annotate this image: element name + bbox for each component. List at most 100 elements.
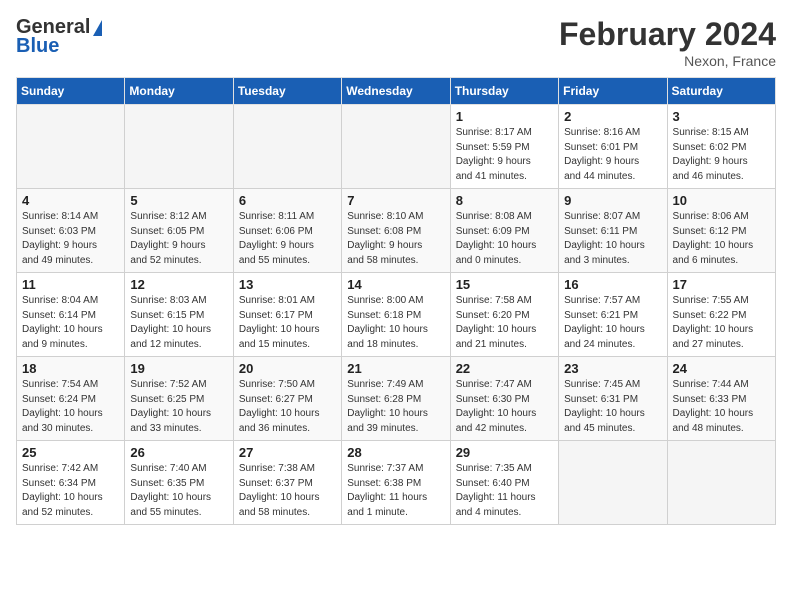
table-row: 20Sunrise: 7:50 AM Sunset: 6:27 PM Dayli…: [233, 357, 341, 441]
day-info: Sunrise: 7:47 AM Sunset: 6:30 PM Dayligh…: [456, 378, 553, 436]
table-row: 10 Sunrise: 8:06 AM Sunset: 6:12 PM Dayli…: [667, 189, 775, 273]
table-row: 6Sunrise: 8:11 AM Sunset: 6:06 PM Daylig…: [233, 189, 341, 273]
day-info: Sunrise: 8:08 AM Sunset: 6:09 PM Dayligh…: [456, 210, 553, 268]
logo: General Blue: [16, 16, 103, 58]
col-thursday: Thursday: [450, 78, 558, 105]
day-number: 15: [456, 277, 553, 292]
day-info: Sunrise: 8:07 AM Sunset: 6:11 PM Dayligh…: [564, 210, 661, 268]
day-number: 27: [239, 445, 336, 460]
day-number: 9: [564, 193, 661, 208]
day-info: Sunrise: 8:17 AM Sunset: 5:59 PM Dayligh…: [456, 126, 553, 184]
table-row: 22 Sunrise: 7:47 AM Sunset: 6:30 PM Dayli…: [450, 357, 558, 441]
table-row: 23 Sunrise: 7:45 AM Sunset: 6:31 PM Dayli…: [559, 357, 667, 441]
day-number: 26: [130, 445, 227, 460]
day-number: 10: [673, 193, 770, 208]
table-row: 7 Sunrise: 8:10 AM Sunset: 6:08 PM Daylig…: [342, 189, 450, 273]
day-info: Sunrise: 7:37 AM Sunset: 6:38 PM Dayligh…: [347, 462, 444, 520]
day-number: 22: [456, 361, 553, 376]
day-info: Sunrise: 7:40 AM Sunset: 6:35 PM Dayligh…: [130, 462, 227, 520]
table-row: 1 Sunrise: 8:17 AM Sunset: 5:59 PM Daylig…: [450, 105, 558, 189]
day-number: 28: [347, 445, 444, 460]
table-row: 28 Sunrise: 7:37 AM Sunset: 6:38 PM Dayli…: [342, 441, 450, 525]
table-row: 5 Sunrise: 8:12 AM Sunset: 6:05 PM Daylig…: [125, 189, 233, 273]
day-number: 23: [564, 361, 661, 376]
day-number: 29: [456, 445, 553, 460]
col-monday: Monday: [125, 78, 233, 105]
col-wednesday: Wednesday: [342, 78, 450, 105]
day-number: 25: [22, 445, 119, 460]
day-number: 18: [22, 361, 119, 376]
title-area: February 2024 Nexon, France: [559, 16, 776, 69]
day-number: 21: [347, 361, 444, 376]
day-info: Sunrise: 7:52 AM Sunset: 6:25 PM Dayligh…: [130, 378, 227, 436]
day-number: 16: [564, 277, 661, 292]
table-row: 27 Sunrise: 7:38 AM Sunset: 6:37 PM Dayli…: [233, 441, 341, 525]
day-number: 12: [130, 277, 227, 292]
day-number: 1: [456, 109, 553, 124]
location-label: Nexon, France: [559, 53, 776, 69]
table-row: [342, 105, 450, 189]
day-number: 7: [347, 193, 444, 208]
day-info: Sunrise: 7:38 AM Sunset: 6:37 PM Dayligh…: [239, 462, 336, 520]
day-info: Sunrise: 8:01 AM Sunset: 6:17 PM Dayligh…: [239, 294, 336, 352]
calendar-week-row: 4 Sunrise: 8:14 AM Sunset: 6:03 PM Daylig…: [17, 189, 776, 273]
month-title: February 2024: [559, 16, 776, 53]
day-info: Sunrise: 7:42 AM Sunset: 6:34 PM Dayligh…: [22, 462, 119, 520]
day-info: Sunrise: 8:11 AM Sunset: 6:06 PM Dayligh…: [239, 210, 336, 268]
day-info: Sunrise: 7:50 AM Sunset: 6:27 PM Dayligh…: [239, 378, 336, 436]
day-info: Sunrise: 8:00 AM Sunset: 6:18 PM Dayligh…: [347, 294, 444, 352]
table-row: 8 Sunrise: 8:08 AM Sunset: 6:09 PM Daylig…: [450, 189, 558, 273]
day-info: Sunrise: 7:55 AM Sunset: 6:22 PM Dayligh…: [673, 294, 770, 352]
table-row: [17, 105, 125, 189]
table-row: 13 Sunrise: 8:01 AM Sunset: 6:17 PM Dayli…: [233, 273, 341, 357]
day-info: Sunrise: 7:57 AM Sunset: 6:21 PM Dayligh…: [564, 294, 661, 352]
calendar-week-row: 11 Sunrise: 8:04 AM Sunset: 6:14 PM Dayli…: [17, 273, 776, 357]
day-number: 13: [239, 277, 336, 292]
table-row: 4 Sunrise: 8:14 AM Sunset: 6:03 PM Daylig…: [17, 189, 125, 273]
day-info: Sunrise: 7:58 AM Sunset: 6:20 PM Dayligh…: [456, 294, 553, 352]
day-info: Sunrise: 8:04 AM Sunset: 6:14 PM Dayligh…: [22, 294, 119, 352]
col-tuesday: Tuesday: [233, 78, 341, 105]
table-row: 21 Sunrise: 7:49 AM Sunset: 6:28 PM Dayli…: [342, 357, 450, 441]
logo-triangle-icon: [93, 20, 102, 36]
day-number: 2: [564, 109, 661, 124]
day-info: Sunrise: 8:12 AM Sunset: 6:05 PM Dayligh…: [130, 210, 227, 268]
table-row: 19 Sunrise: 7:52 AM Sunset: 6:25 PM Dayli…: [125, 357, 233, 441]
calendar-week-row: 18 Sunrise: 7:54 AM Sunset: 6:24 PM Dayli…: [17, 357, 776, 441]
day-number: 11: [22, 277, 119, 292]
table-row: 11 Sunrise: 8:04 AM Sunset: 6:14 PM Dayli…: [17, 273, 125, 357]
table-row: 9 Sunrise: 8:07 AM Sunset: 6:11 PM Daylig…: [559, 189, 667, 273]
calendar-body: 1 Sunrise: 8:17 AM Sunset: 5:59 PM Daylig…: [17, 105, 776, 525]
day-info: Sunrise: 8:06 AM Sunset: 6:12 PM Dayligh…: [673, 210, 770, 268]
table-row: 15 Sunrise: 7:58 AM Sunset: 6:20 PM Dayli…: [450, 273, 558, 357]
day-info: Sunrise: 8:10 AM Sunset: 6:08 PM Dayligh…: [347, 210, 444, 268]
day-info: Sunrise: 7:49 AM Sunset: 6:28 PM Dayligh…: [347, 378, 444, 436]
calendar-table: Sunday Monday Tuesday Wednesday Thursday…: [16, 77, 776, 525]
table-row: 24Sunrise: 7:44 AM Sunset: 6:33 PM Dayli…: [667, 357, 775, 441]
table-row: 12 Sunrise: 8:03 AM Sunset: 6:15 PM Dayli…: [125, 273, 233, 357]
day-info: Sunrise: 8:16 AM Sunset: 6:01 PM Dayligh…: [564, 126, 661, 184]
calendar-header-row: Sunday Monday Tuesday Wednesday Thursday…: [17, 78, 776, 105]
table-row: [559, 441, 667, 525]
day-number: 24: [673, 361, 770, 376]
day-info: Sunrise: 8:15 AM Sunset: 6:02 PM Dayligh…: [673, 126, 770, 184]
table-row: 29Sunrise: 7:35 AM Sunset: 6:40 PM Dayli…: [450, 441, 558, 525]
table-row: [667, 441, 775, 525]
day-number: 8: [456, 193, 553, 208]
calendar-week-row: 1 Sunrise: 8:17 AM Sunset: 5:59 PM Daylig…: [17, 105, 776, 189]
day-info: Sunrise: 8:03 AM Sunset: 6:15 PM Dayligh…: [130, 294, 227, 352]
day-number: 5: [130, 193, 227, 208]
page-header: General Blue February 2024 Nexon, France: [16, 16, 776, 69]
table-row: [233, 105, 341, 189]
day-number: 19: [130, 361, 227, 376]
calendar-week-row: 25 Sunrise: 7:42 AM Sunset: 6:34 PM Dayli…: [17, 441, 776, 525]
day-info: Sunrise: 7:54 AM Sunset: 6:24 PM Dayligh…: [22, 378, 119, 436]
day-number: 3: [673, 109, 770, 124]
table-row: 3 Sunrise: 8:15 AM Sunset: 6:02 PM Daylig…: [667, 105, 775, 189]
day-info: Sunrise: 7:45 AM Sunset: 6:31 PM Dayligh…: [564, 378, 661, 436]
table-row: 2 Sunrise: 8:16 AM Sunset: 6:01 PM Daylig…: [559, 105, 667, 189]
day-number: 4: [22, 193, 119, 208]
col-sunday: Sunday: [17, 78, 125, 105]
table-row: 17Sunrise: 7:55 AM Sunset: 6:22 PM Dayli…: [667, 273, 775, 357]
day-info: Sunrise: 8:14 AM Sunset: 6:03 PM Dayligh…: [22, 210, 119, 268]
